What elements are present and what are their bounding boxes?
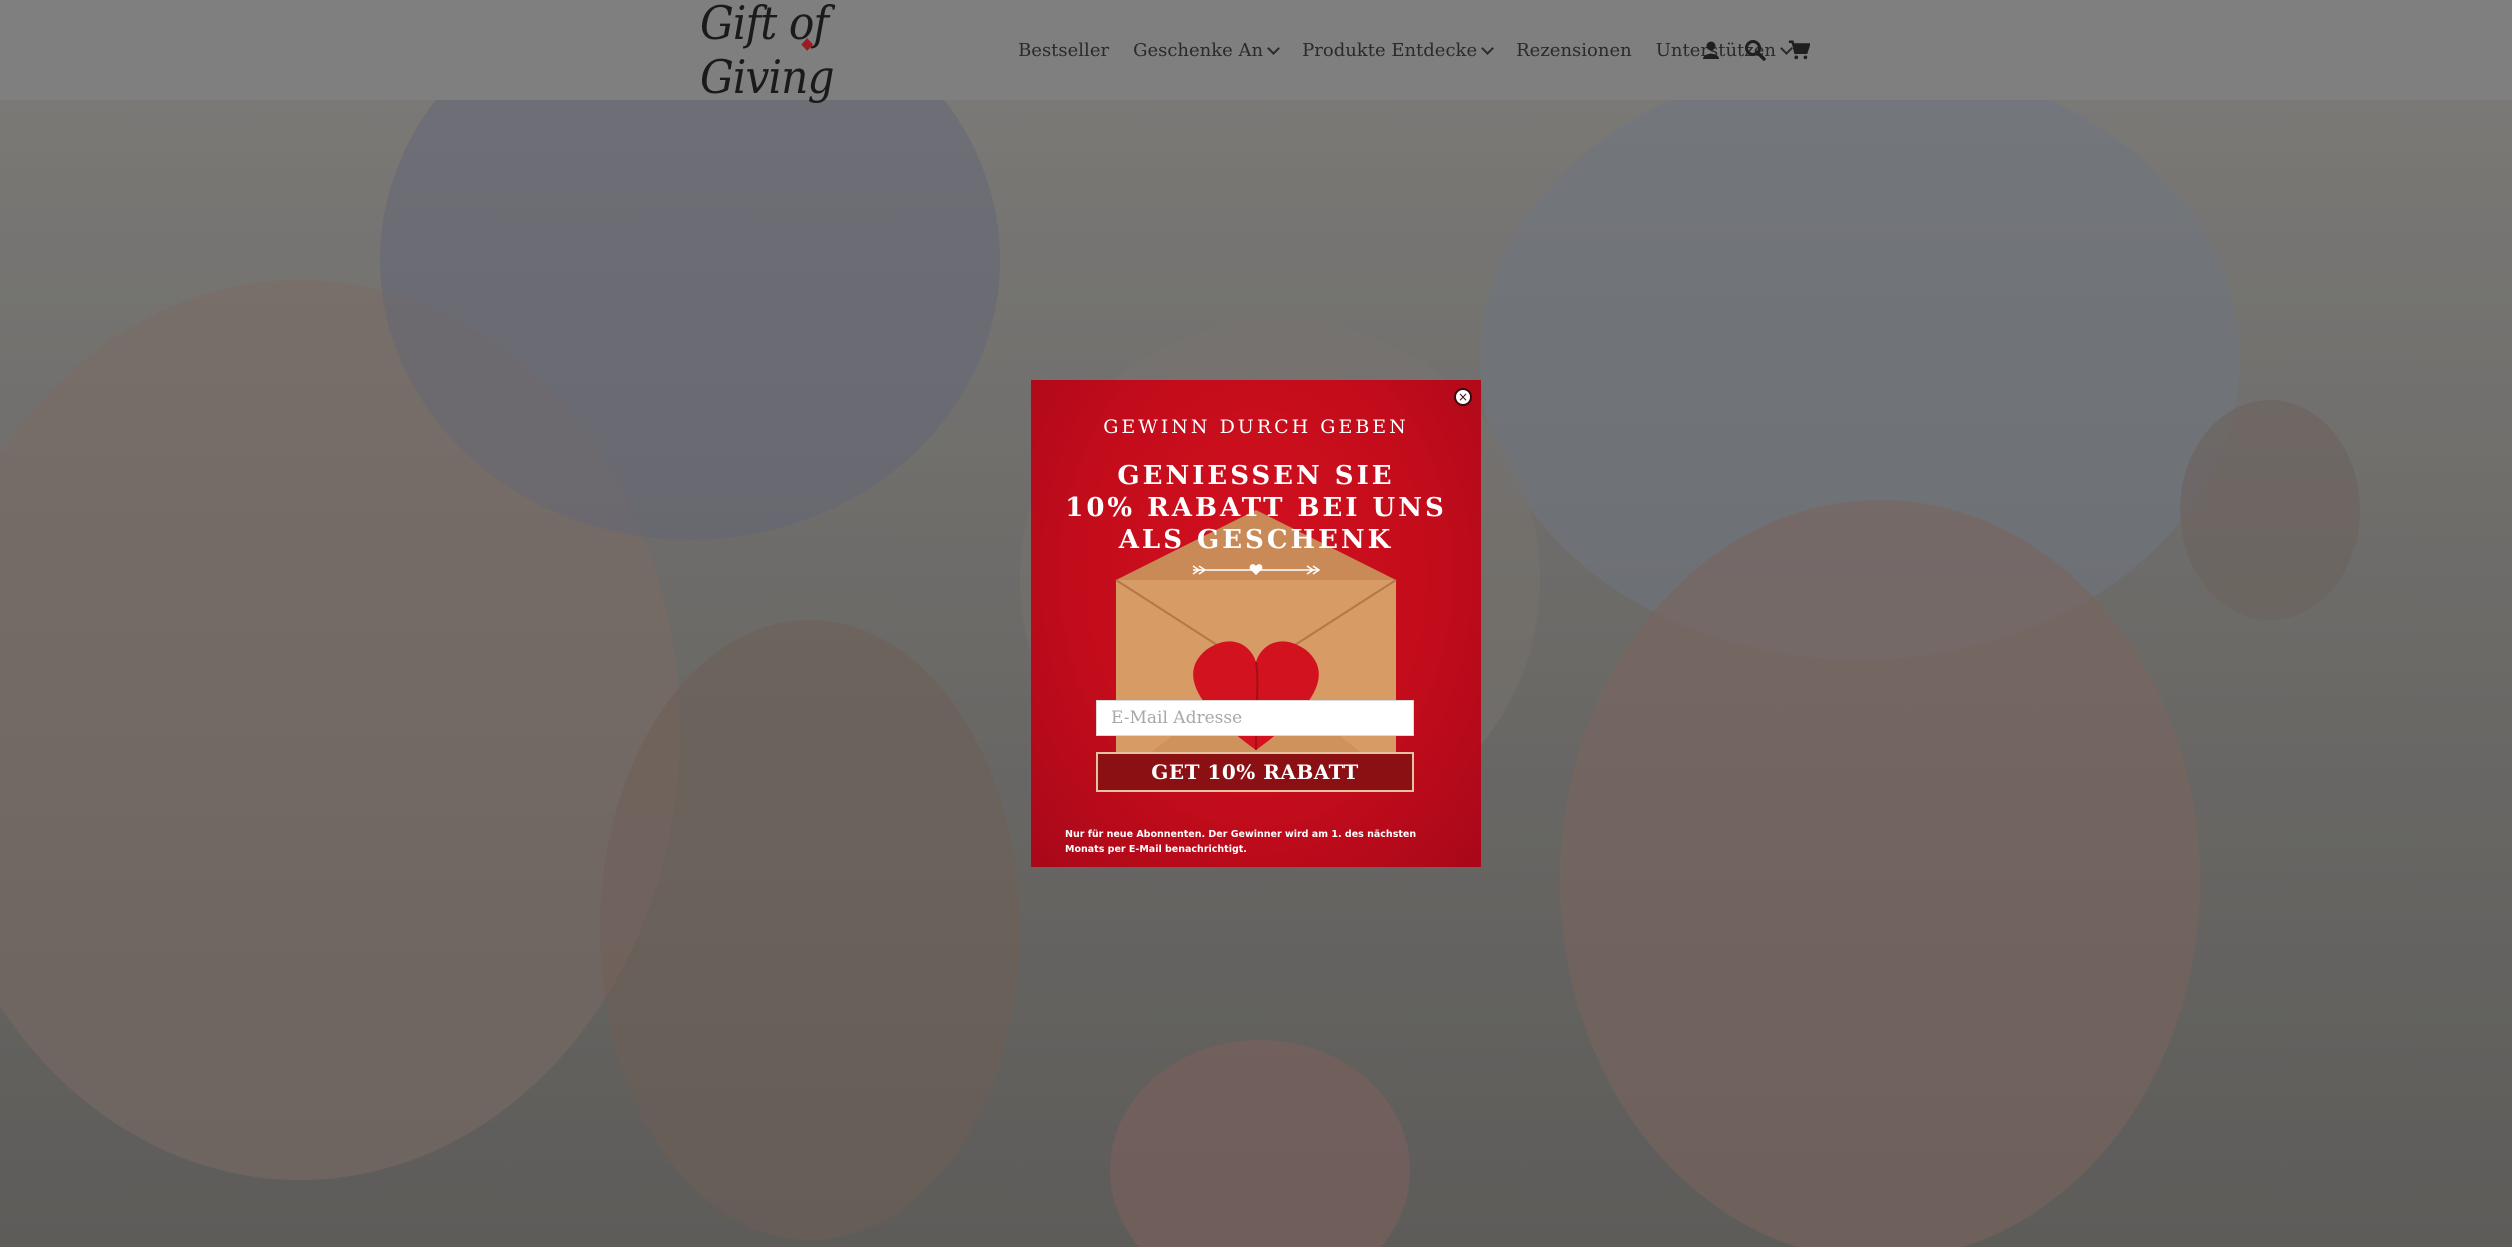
email-input[interactable] <box>1096 700 1414 736</box>
headline-line: ALS GESCHENK <box>1118 525 1394 555</box>
nav-item-bestseller[interactable]: Bestseller <box>1018 40 1109 61</box>
nav-item-rezensionen[interactable]: Rezensionen <box>1516 40 1632 61</box>
nav-label: Geschenke An <box>1133 39 1264 61</box>
discount-popup: × GEWINN DURCH GEBEN GENIESSEN SIE 10% R… <box>1031 380 1481 867</box>
main-nav: Bestseller Geschenke An Produkte Entdeck… <box>1018 40 1815 61</box>
logo-text: Gift of Giving <box>700 0 835 104</box>
cart-icon[interactable] <box>1788 39 1810 61</box>
chevron-down-icon <box>1481 41 1494 55</box>
nav-item-produkte-entdecke[interactable]: Produkte Entdecke <box>1302 39 1494 61</box>
site-logo[interactable]: Gift of Giving <box>700 0 963 104</box>
search-icon[interactable] <box>1744 39 1766 61</box>
chevron-down-icon <box>1267 41 1281 55</box>
close-icon: × <box>1457 390 1469 404</box>
fine-print: Nur für neue Abonnenten. Der Gewinner wi… <box>1065 829 1417 855</box>
nav-item-geschenke-an[interactable]: Geschenke An <box>1133 39 1281 61</box>
user-icon[interactable] <box>1700 39 1722 61</box>
headline-line: GENIESSEN SIE <box>1117 461 1395 491</box>
header-inner: Gift of Giving Bestseller Geschenke An P… <box>700 0 1815 104</box>
nav-label: Rezensionen <box>1516 39 1632 61</box>
popup-eyebrow: GEWINN DURCH GEBEN <box>1103 416 1409 438</box>
popup-headline: GENIESSEN SIE 10% RABATT BEI UNS ALS GES… <box>1031 460 1481 556</box>
headline-line: 10% RABATT BEI UNS <box>1065 493 1447 523</box>
nav-label: Bestseller <box>1018 39 1110 61</box>
get-discount-button[interactable]: GET 10% RABATT <box>1096 752 1414 792</box>
nav-label: Produkte Entdecke <box>1302 39 1478 61</box>
close-button[interactable]: × <box>1454 388 1472 406</box>
site-header: Gift of Giving Bestseller Geschenke An P… <box>0 0 2512 104</box>
arrow-heart-divider-icon <box>1192 564 1321 575</box>
header-icons <box>1700 0 1810 100</box>
